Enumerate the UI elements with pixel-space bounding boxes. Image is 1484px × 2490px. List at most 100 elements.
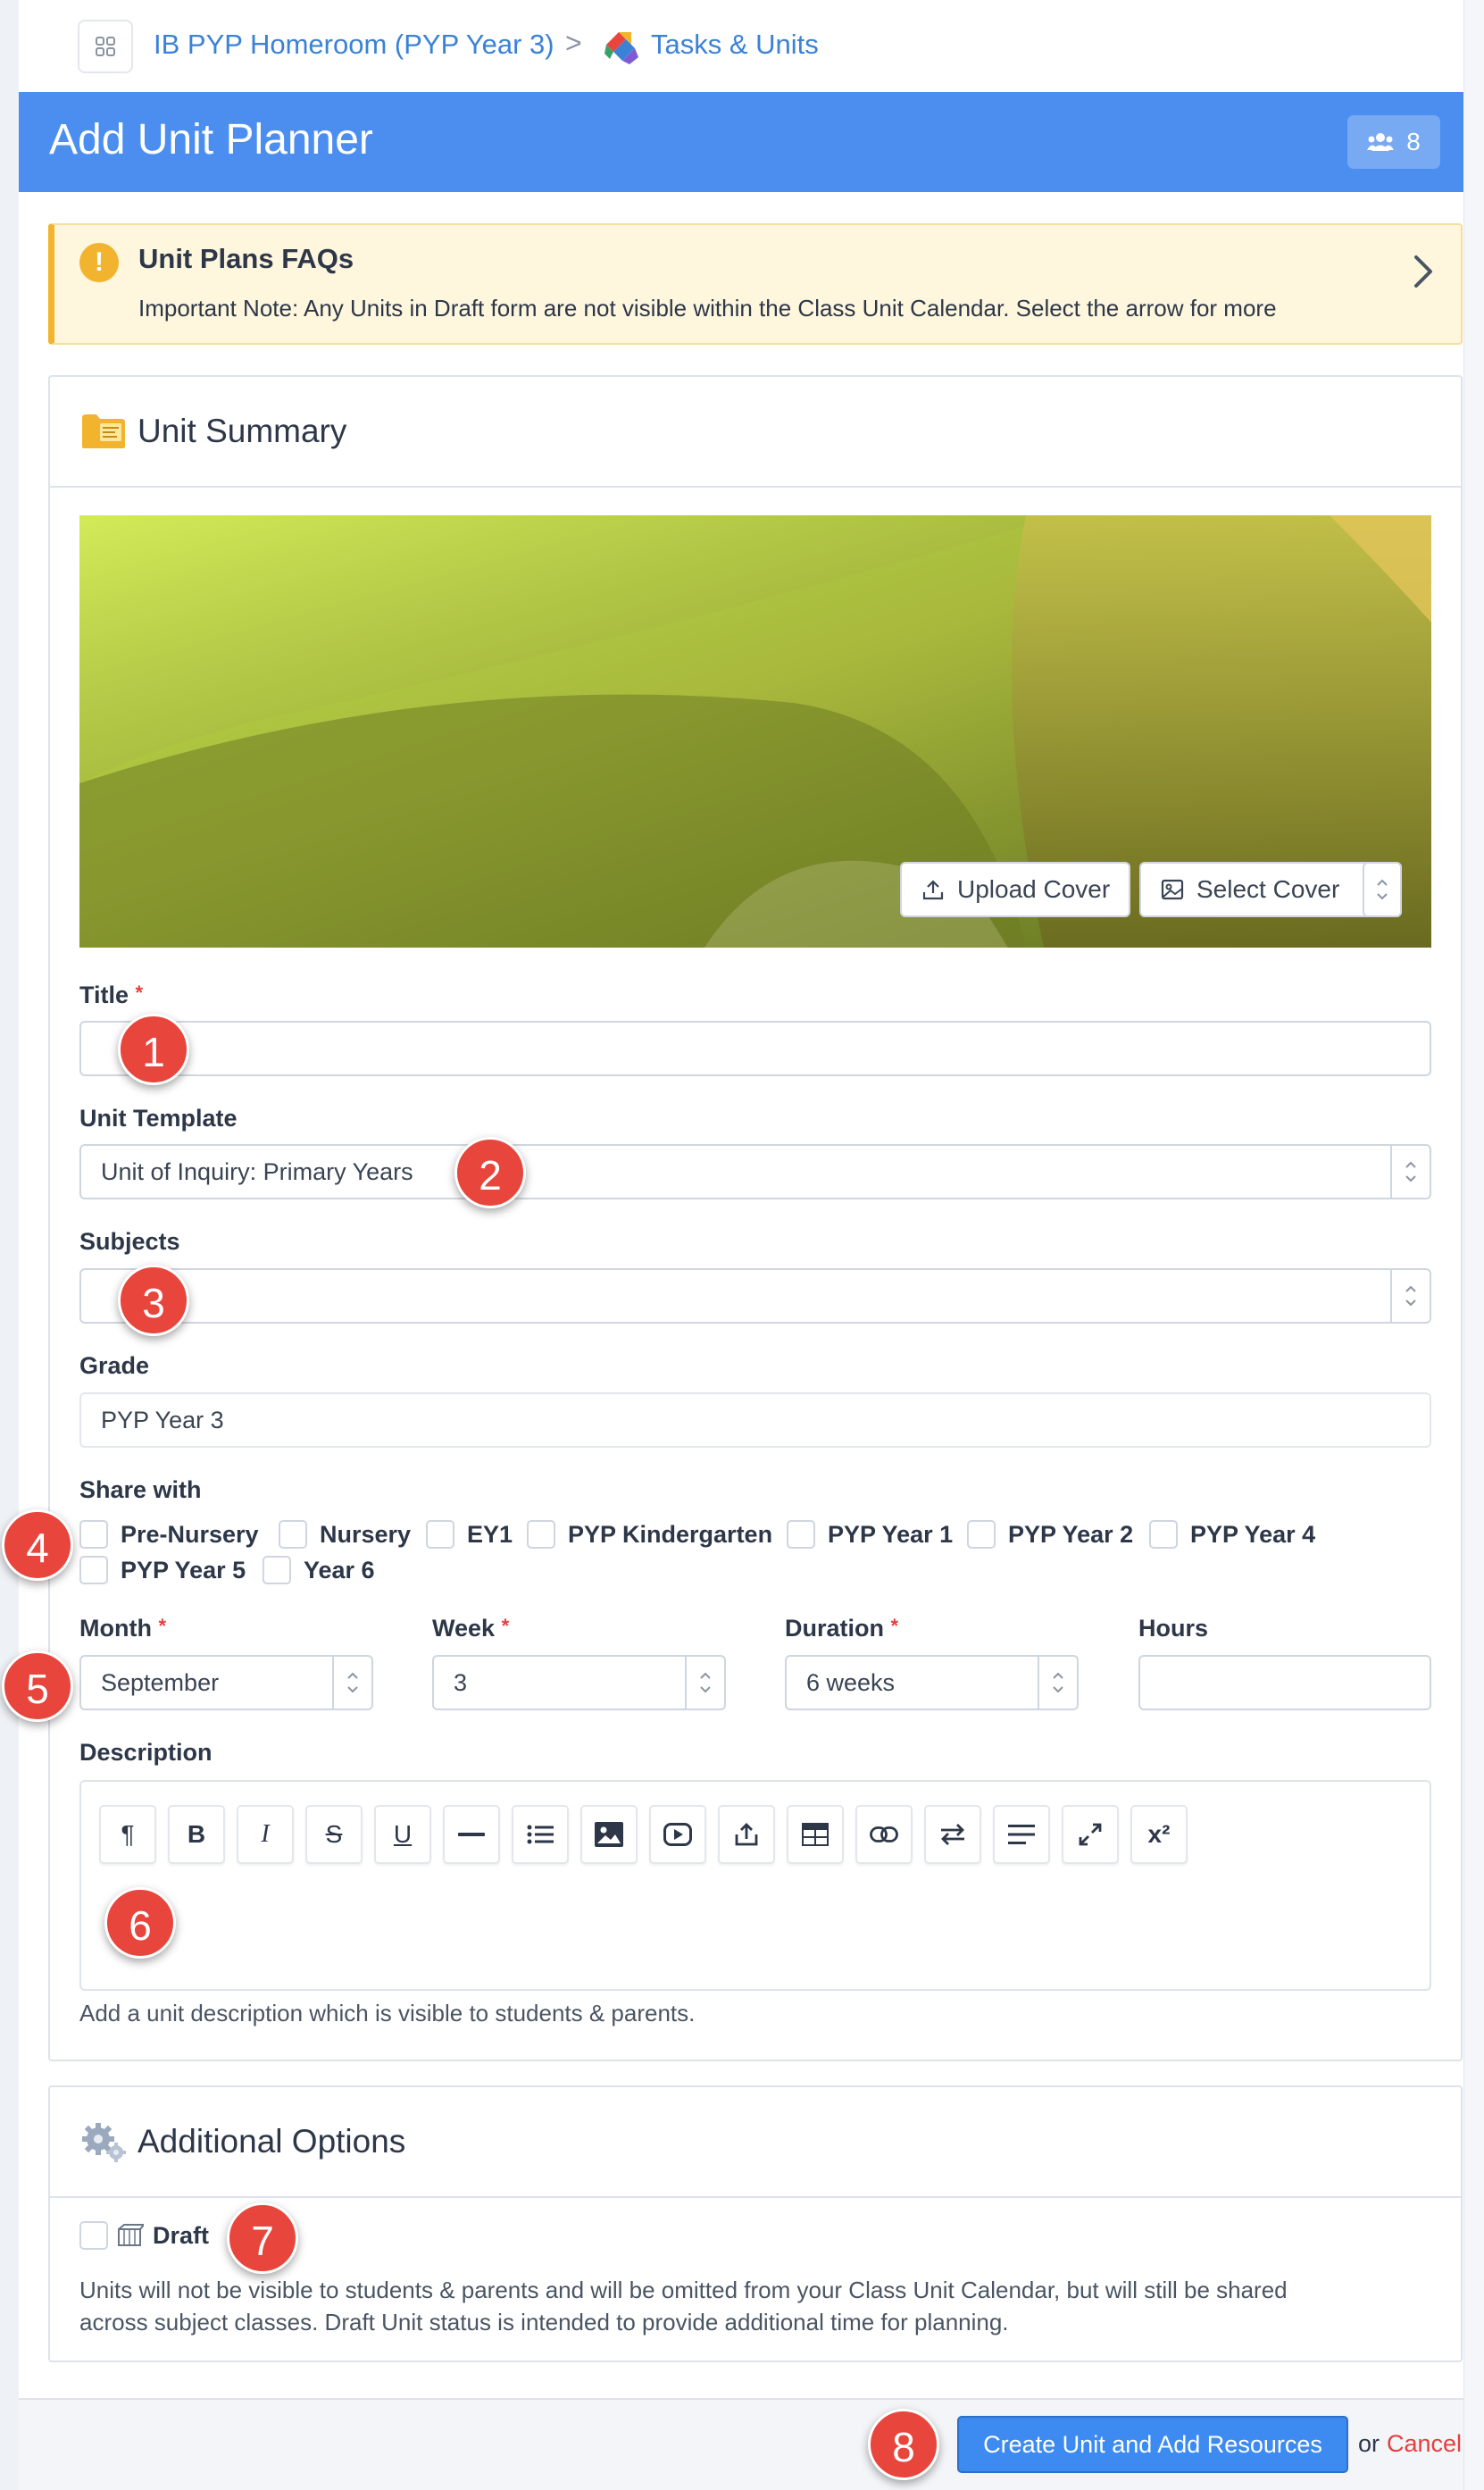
share-year-6[interactable]: Year 6 (263, 1556, 375, 1584)
draft-checkbox[interactable] (79, 2221, 108, 2250)
breadcrumb-separator: > (565, 27, 582, 59)
subjects-select[interactable] (79, 1268, 1431, 1324)
unit-summary-header: Unit Summary (50, 377, 1461, 488)
select-cover-dropdown[interactable] (1363, 862, 1402, 917)
annotation-marker-8: 8 (868, 2409, 939, 2480)
draft-help-line-2: across subject classes. Draft Unit statu… (79, 2309, 1009, 2335)
embed-icon (735, 1823, 758, 1846)
horizontal-rule-icon (458, 1833, 485, 1836)
month-select[interactable]: September (79, 1655, 373, 1710)
week-label: Week * (432, 1615, 510, 1642)
checkbox[interactable] (279, 1520, 307, 1549)
page-title: Add Unit Planner (49, 116, 373, 163)
draft-label: Draft (153, 2221, 210, 2249)
chevron-up-down-icon (1390, 1146, 1430, 1198)
annotation-marker-6: 6 (104, 1887, 176, 1959)
share-pyp-year-4[interactable]: PYP Year 4 (1149, 1520, 1315, 1549)
checkbox[interactable] (79, 1520, 108, 1549)
chevron-up-down-icon (1038, 1657, 1077, 1709)
image-icon (595, 1822, 623, 1847)
strikethrough-button[interactable]: S (305, 1805, 363, 1864)
gear-icon (82, 2123, 126, 2162)
bold-icon: B (187, 1820, 206, 1848)
additional-options-title: Additional Options (138, 2123, 406, 2160)
list-button[interactable] (512, 1805, 569, 1864)
horizontal-rule-button[interactable] (443, 1805, 500, 1864)
faq-text: Important Note: Any Units in Draft form … (138, 295, 1277, 322)
duration-label: Duration * (785, 1615, 899, 1642)
faq-banner[interactable]: ! Unit Plans FAQs Important Note: Any Un… (48, 223, 1463, 345)
share-with-label: Share with (79, 1476, 202, 1503)
draft-option[interactable]: Draft (79, 2221, 209, 2250)
image-icon (1161, 879, 1184, 900)
share-pyp-year-2[interactable]: PYP Year 2 (967, 1520, 1133, 1549)
checkbox[interactable] (1149, 1520, 1178, 1549)
embed-button[interactable] (718, 1805, 775, 1864)
chevron-right-icon[interactable] (1411, 252, 1436, 291)
breadcrumb-class-link[interactable]: IB PYP Homeroom (PYP Year 3) (154, 29, 554, 61)
duration-value: 6 weeks (806, 1668, 896, 1696)
checkbox[interactable] (426, 1520, 454, 1549)
share-nursery[interactable]: Nursery (279, 1520, 411, 1549)
text-direction-button[interactable] (924, 1805, 981, 1864)
upload-cover-button[interactable]: Upload Cover (900, 862, 1130, 917)
month-label: Month * (79, 1615, 167, 1642)
share-pyp-kindergarten[interactable]: PYP Kindergarten (527, 1520, 772, 1549)
share-pyp-year-1[interactable]: PYP Year 1 (787, 1520, 953, 1549)
insert-image-button[interactable] (580, 1805, 638, 1864)
link-button[interactable] (855, 1805, 913, 1864)
grade-label: Grade (79, 1352, 150, 1379)
cancel-link[interactable]: Cancel (1387, 2430, 1462, 2458)
underline-button[interactable]: U (374, 1805, 431, 1864)
unit-template-select[interactable]: Unit of Inquiry: Primary Years (79, 1144, 1431, 1199)
insert-video-button[interactable] (649, 1805, 706, 1864)
week-select[interactable]: 3 (432, 1655, 726, 1710)
users-icon (1367, 133, 1395, 151)
page-header: Add Unit Planner 8 (19, 92, 1463, 192)
superscript-button[interactable]: x² (1130, 1805, 1188, 1864)
hours-input[interactable] (1138, 1655, 1431, 1710)
italic-button[interactable]: I (237, 1805, 294, 1864)
chevron-up-down-icon (1377, 879, 1388, 900)
table-button[interactable] (787, 1805, 844, 1864)
checkbox[interactable] (263, 1556, 291, 1584)
annotation-marker-3: 3 (118, 1265, 189, 1336)
checkbox[interactable] (79, 1556, 108, 1584)
align-button[interactable] (993, 1805, 1050, 1864)
warning-icon: ! (79, 243, 119, 282)
draft-icon (118, 2224, 144, 2246)
member-count: 8 (1406, 128, 1421, 155)
share-pre-nursery[interactable]: Pre-Nursery (79, 1520, 259, 1549)
unit-template-label: Unit Template (79, 1105, 238, 1132)
description-help-text: Add a unit description which is visible … (79, 2000, 696, 2026)
checkbox[interactable] (527, 1520, 555, 1549)
left-gutter (0, 0, 19, 2490)
apps-grid-button[interactable] (78, 20, 133, 73)
chevron-up-down-icon (685, 1657, 724, 1709)
folder-icon (82, 414, 125, 448)
paragraph-button[interactable]: ¶ (99, 1805, 156, 1864)
duration-select[interactable]: 6 weeks (785, 1655, 1079, 1710)
share-pyp-year-5[interactable]: PYP Year 5 (79, 1556, 246, 1584)
list-icon (527, 1825, 554, 1844)
fullscreen-button[interactable] (1062, 1805, 1119, 1864)
or-text: or (1358, 2430, 1380, 2457)
week-value: 3 (454, 1668, 468, 1696)
hours-label: Hours (1138, 1615, 1209, 1642)
annotation-marker-4: 4 (2, 1509, 73, 1581)
create-unit-button[interactable]: Create Unit and Add Resources (957, 2416, 1348, 2473)
month-value: September (101, 1668, 220, 1696)
select-cover-label: Select Cover (1196, 875, 1340, 903)
members-button[interactable]: 8 (1347, 115, 1440, 169)
checkbox[interactable] (967, 1520, 996, 1549)
breadcrumb-tasks-units-link[interactable]: Tasks & Units (651, 29, 819, 61)
expand-icon (1079, 1823, 1102, 1846)
title-input[interactable] (79, 1021, 1431, 1076)
bold-button[interactable]: B (168, 1805, 225, 1864)
annotation-marker-5: 5 (2, 1650, 73, 1722)
checkbox[interactable] (787, 1520, 815, 1549)
share-ey1[interactable]: EY1 (426, 1520, 513, 1549)
description-editor[interactable]: ¶ B I S U x² (79, 1780, 1431, 1991)
grid-icon (96, 37, 115, 56)
italic-icon: I (261, 1820, 270, 1848)
